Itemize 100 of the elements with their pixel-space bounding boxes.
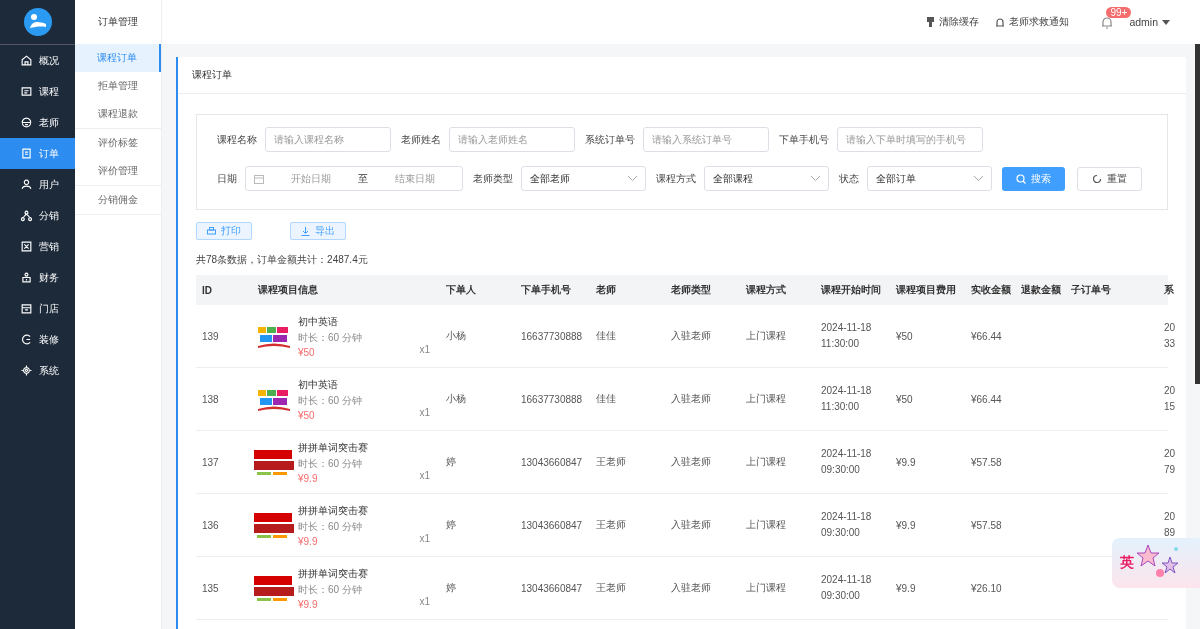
quantity: x1 — [419, 596, 430, 607]
header-link[interactable]: 清除缓存 — [926, 15, 980, 29]
download-icon — [301, 226, 310, 236]
filter-label: 日期 — [217, 171, 237, 186]
input-field[interactable]: 请输入下单时填写的手机号 — [837, 127, 983, 152]
bell-icon[interactable] — [1101, 15, 1114, 29]
nav-item[interactable]: 系统 — [0, 355, 75, 386]
table-cell-text: ¥66.44 — [970, 393, 1003, 405]
table-cell-text: 入驻老师 — [670, 392, 712, 406]
column-header: 课程项目费用 — [895, 283, 957, 297]
column-header: 课程方式 — [745, 283, 787, 297]
filter-label: 系统订单号 — [585, 132, 635, 147]
filter-label: 课程名称 — [217, 132, 257, 147]
table-cell-text: ¥9.9 — [895, 519, 917, 531]
select-field[interactable]: 全部课程 — [704, 166, 829, 191]
home-icon — [20, 54, 33, 67]
table-cell-text: 2024-11-18 09:30:00 — [820, 510, 873, 540]
reset-button[interactable]: 重置 — [1077, 166, 1142, 191]
nav-item[interactable]: 概况 — [0, 45, 75, 76]
table-cell-text: 佳佳 — [595, 329, 617, 343]
course-price: ¥50 — [298, 409, 316, 421]
quantity: x1 — [419, 344, 430, 355]
table-cell-text: 入驻老师 — [670, 581, 712, 595]
table-cell-text: 上门课程 — [745, 392, 787, 406]
input-field[interactable]: 请输入老师姓名 — [449, 127, 575, 152]
table-cell-text: 婷 — [445, 455, 457, 469]
table-cell-text: 上门课程 — [745, 581, 787, 595]
table-cell-text: 139 — [201, 330, 220, 342]
select-field[interactable]: 全部老师 — [521, 166, 646, 191]
nav-item[interactable]: 分销 — [0, 200, 75, 231]
nav-item[interactable]: 课程 — [0, 76, 75, 107]
course-price: ¥50 — [298, 346, 316, 358]
table-cell-text: 20 79 — [1163, 447, 1177, 477]
header-link[interactable]: 老师求救通知 — [995, 15, 1070, 29]
user-icon — [20, 178, 33, 191]
logo-icon — [23, 8, 52, 36]
course-price: ¥9.9 — [298, 472, 319, 484]
course-name: 拼拼单词突击赛 — [298, 440, 368, 455]
chevron-icon — [628, 176, 637, 181]
table-cell-text: ¥9.9 — [895, 456, 917, 468]
table-cell-text: 王老师 — [595, 518, 627, 532]
nav-item[interactable]: 老师 — [0, 107, 75, 138]
chevron-icon — [811, 176, 820, 181]
table-cell-text: 入驻老师 — [670, 518, 712, 532]
summary-text: 共78条数据，订单金额共计：2487.4元 — [196, 253, 369, 267]
table-cell-text: 2024-11-18 09:30:00 — [820, 573, 873, 603]
submenu-item[interactable]: 拒单管理 — [75, 72, 161, 100]
column-header: 下单人 — [445, 283, 477, 297]
input-field[interactable]: 请输入课程名称 — [265, 127, 391, 152]
column-header: 下单手机号 — [520, 283, 572, 297]
scrollbar[interactable] — [1195, 44, 1200, 384]
table-cell-text: ¥50 — [895, 330, 914, 342]
refresh-icon — [1092, 173, 1102, 184]
user-menu[interactable]: admin — [1129, 16, 1170, 28]
table-cell-text: 13043660847 — [520, 582, 584, 594]
table-cell-text: 婷 — [445, 581, 457, 595]
share-icon — [20, 209, 33, 222]
date-range-field[interactable]: 开始日期 至 结束日期 — [245, 166, 463, 191]
nav-item[interactable]: 门店 — [0, 293, 75, 324]
table-cell-text: ¥57.58 — [970, 456, 1003, 468]
table-cell-text: 2024-11-18 11:30:00 — [820, 321, 873, 351]
table-cell-text: 上门课程 — [745, 518, 787, 532]
page-title: 课程订单 — [178, 57, 1186, 94]
course-duration: 时长：60 分钟 — [298, 519, 363, 534]
column-header: ID — [201, 284, 213, 296]
column-header: 课程项目信息 — [257, 283, 319, 297]
caret-icon — [1162, 19, 1170, 25]
submenu-item[interactable]: 评价管理 — [75, 157, 161, 185]
submenu-title: 订单管理 — [97, 15, 139, 29]
quantity: x1 — [419, 470, 430, 481]
nav-item[interactable]: 装修 — [0, 324, 75, 355]
quantity: x1 — [419, 407, 430, 418]
printer-icon — [207, 226, 216, 236]
column-header: 系 — [1163, 283, 1175, 297]
nav-item[interactable]: 用户 — [0, 169, 75, 200]
column-header: 子订单号 — [1070, 283, 1112, 297]
table-cell-text: 137 — [201, 456, 220, 468]
table-cell-text: 婷 — [445, 518, 457, 532]
course-duration: 时长：60 分钟 — [298, 330, 362, 345]
brush-icon — [926, 17, 936, 27]
course-name: 拼拼单词突击赛 — [298, 566, 368, 581]
floating-widget[interactable]: 英 — [1112, 538, 1200, 588]
table-cell-text: 20 15 — [1163, 384, 1177, 414]
table-cell-text: 136 — [201, 519, 220, 531]
column-header: 老师 — [595, 283, 617, 297]
column-header: 课程开始时间 — [820, 283, 882, 297]
submenu-item[interactable]: 课程退款 — [75, 100, 161, 128]
input-field[interactable]: 请输入系统订单号 — [643, 127, 769, 152]
column-header: 退款金额 — [1020, 283, 1062, 297]
column-header: 实收金额 — [970, 283, 1012, 297]
chevron-icon — [974, 176, 983, 181]
table-cell-text: 20 33 — [1163, 321, 1177, 351]
table-cell-text: 20 89 — [1163, 510, 1177, 540]
select-field[interactable]: 全部订单 — [867, 166, 992, 191]
nav-item[interactable]: 营销 — [0, 231, 75, 262]
submenu-item[interactable]: 评价标签 — [75, 129, 161, 157]
submenu-item[interactable]: 分销佣金 — [75, 186, 161, 214]
filter-label: 老师类型 — [473, 171, 513, 186]
nav-item[interactable]: 财务 — [0, 262, 75, 293]
settings-icon — [20, 364, 33, 377]
